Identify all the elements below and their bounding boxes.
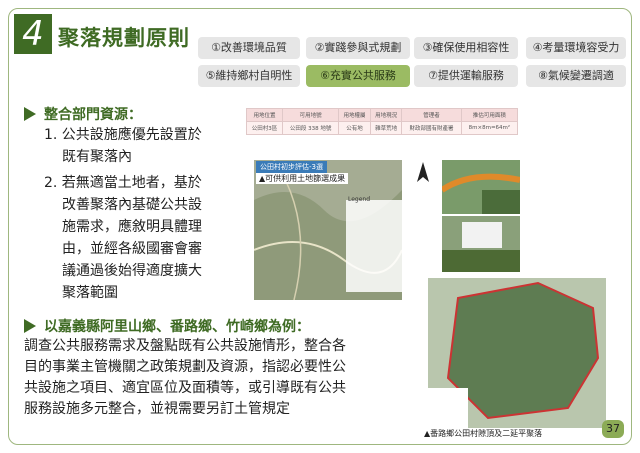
point2-body: 調查公共服務需求及盤點既有公共設施情形，整合各 目的事業主管機關之政策規劃及資源，… bbox=[24, 336, 346, 420]
page-title: 聚落規劃原則 bbox=[58, 26, 190, 50]
village-map bbox=[428, 278, 606, 428]
point2-line: 調查公共服務需求及盤點既有公共設施情形，整合各 bbox=[24, 338, 346, 354]
table-cell: 8m×8m=64m² bbox=[460, 121, 519, 135]
table-cell: 公田段 338 地號 bbox=[281, 121, 340, 135]
north-arrow-icon bbox=[412, 162, 434, 184]
point1-line: 1. 公共設施應優先設置於 bbox=[44, 127, 202, 143]
tab-8[interactable]: ⑧氣候變遷調適 bbox=[526, 65, 626, 87]
bullet-heading-2: 以嘉義縣阿里山鄉、番路鄉、竹崎鄉為例： bbox=[24, 316, 310, 336]
page-number: 37 bbox=[602, 420, 624, 438]
tab-7[interactable]: ⑦提供運輸服務 bbox=[414, 65, 518, 87]
table-header-row: 用地位置 可用地號 用地權屬 用地現況 管理者 推估可用面積 bbox=[246, 108, 519, 122]
point1-line: 2. 若無適當土地者，基於 bbox=[44, 175, 202, 191]
tab-5[interactable]: ⑤維持鄉村自明性 bbox=[198, 65, 300, 87]
table-header-cell: 管理者 bbox=[401, 108, 462, 122]
arrow-icon bbox=[24, 319, 36, 333]
point2-line: 目的事業主管機關之政策規劃及資源，指認必要性公 bbox=[24, 359, 346, 375]
map-caption-2: ▲番路鄉公田村隙頂及二延平聚落 bbox=[424, 428, 543, 439]
table-header-cell: 用地位置 bbox=[246, 108, 283, 122]
arrow-icon bbox=[24, 107, 36, 121]
village-map-image bbox=[428, 278, 606, 428]
section-number: 4 bbox=[14, 14, 52, 54]
bullet-heading-1: 整合部門資源： bbox=[24, 104, 142, 124]
table-cell: 公田村3區 bbox=[246, 121, 283, 135]
map-caption-1: ▲可供利用土地篩選成果 bbox=[256, 173, 349, 184]
heading-text: 整合部門資源： bbox=[44, 107, 142, 123]
table-row: 公田村3區 公田段 338 地號 公有地 雜草荒地 財政部國有財產署 8m×8m=64m² bbox=[246, 121, 519, 135]
point2-line: 服務設施多元整合，並視需要另訂土管規定 bbox=[24, 401, 290, 417]
table-cell: 公有地 bbox=[338, 121, 371, 135]
tab-2[interactable]: ②實踐參與式規劃 bbox=[306, 37, 410, 59]
point1-line: 由，並經各級國審會審 bbox=[62, 241, 202, 257]
point1-line: 聚落範圍 bbox=[62, 285, 118, 301]
table-header-cell: 用地現況 bbox=[369, 108, 403, 122]
tab-6[interactable]: ⑥充實公共服務 bbox=[306, 65, 410, 87]
site-photo-1 bbox=[442, 160, 520, 214]
heading-text: 以嘉義縣阿里山鄉、番路鄉、竹崎鄉為例： bbox=[44, 319, 310, 335]
legend-title: Legend bbox=[348, 196, 371, 203]
table-cell: 雜草荒地 bbox=[369, 121, 403, 135]
land-table: 用地位置 可用地號 用地權屬 用地現況 管理者 推估可用面積 公田村3區 公田段 338 地… bbox=[246, 108, 519, 135]
point1-line: 施需求，應敘明具體理 bbox=[62, 219, 202, 235]
tab-1[interactable]: ①改善環境品質 bbox=[198, 37, 300, 59]
point1-line: 改善聚落內基礎公共設 bbox=[62, 197, 202, 213]
point1-line: 議通過後始得適度擴大 bbox=[62, 263, 202, 279]
tab-3[interactable]: ③確保使用相容性 bbox=[414, 37, 518, 59]
point2-line: 共設施之項目、適宜區位及面積等，或引導既有公共 bbox=[24, 380, 346, 396]
table-header-cell: 可用地號 bbox=[281, 108, 340, 122]
map-tag: 公田村初步評估-3選 bbox=[256, 161, 327, 173]
table-header-cell: 用地權屬 bbox=[338, 108, 371, 122]
table-header-cell: 推估可用面積 bbox=[460, 108, 519, 122]
table-cell: 財政部國有財產署 bbox=[401, 121, 462, 135]
point1-body: 1. 公共設施應優先設置於既有聚落內 2. 若無適當土地者，基於改善聚落內基礎公共… bbox=[44, 124, 202, 304]
point1-line: 既有聚落內 bbox=[62, 149, 132, 165]
tab-4[interactable]: ④考量環境容受力 bbox=[526, 37, 626, 59]
site-photo-2 bbox=[442, 216, 520, 272]
